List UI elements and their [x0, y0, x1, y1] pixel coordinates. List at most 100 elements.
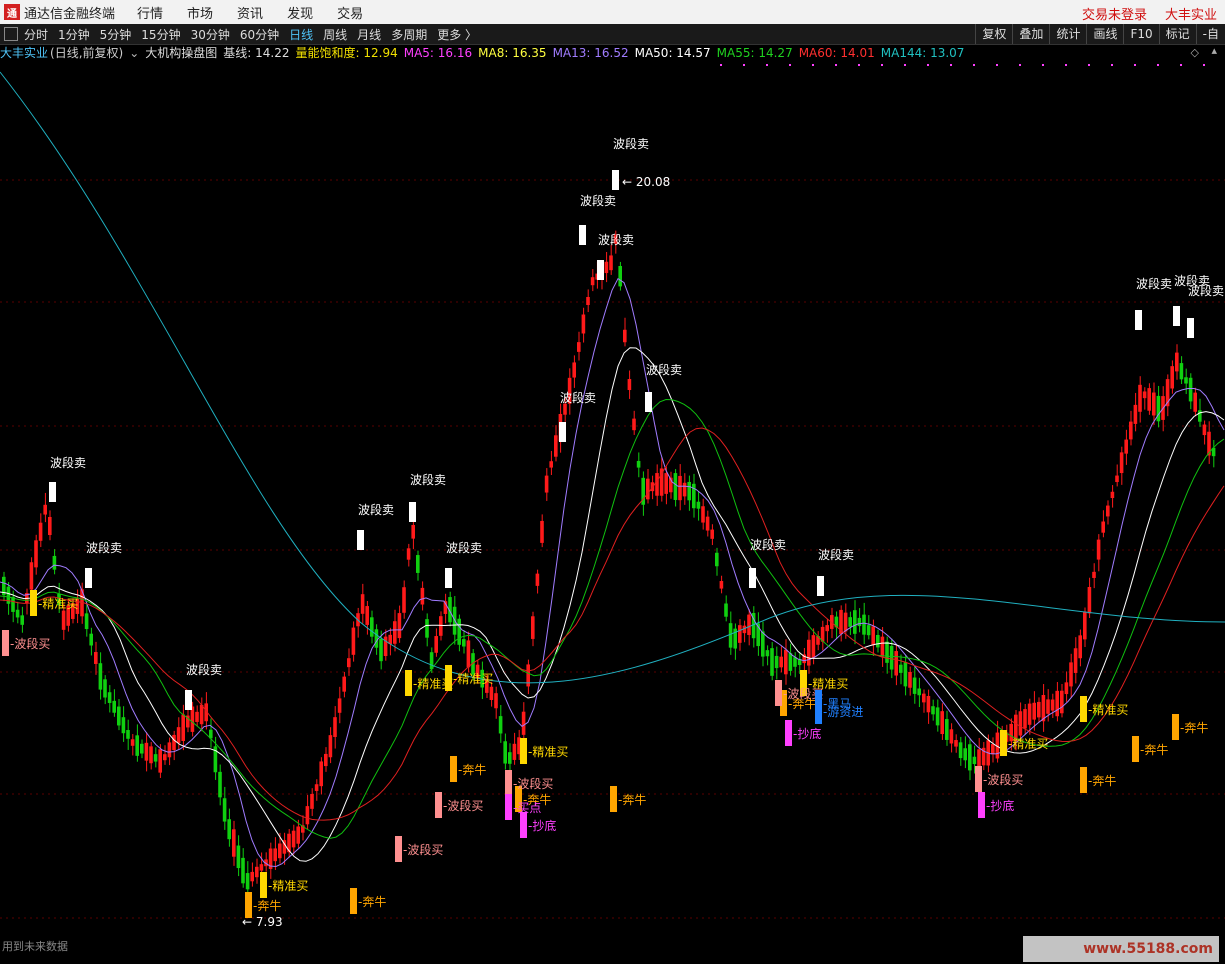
overlay-button[interactable]: 叠加 — [1012, 24, 1049, 44]
mark-button[interactable]: 标记 — [1158, 24, 1196, 44]
candle-body — [314, 784, 319, 791]
sell-marker — [49, 482, 56, 502]
signal-label: -奔牛 — [458, 762, 486, 777]
candle-body — [140, 743, 144, 754]
diamond-icon[interactable]: ◇ — [1191, 46, 1199, 59]
signal-label: -奔牛 — [358, 894, 386, 909]
candle-body — [577, 342, 581, 352]
menu-item-zixun[interactable]: 资讯 — [237, 3, 263, 22]
candle-body — [935, 707, 940, 726]
info-indicator[interactable]: 大机构操盘图 — [145, 46, 217, 60]
kline-chart[interactable]: 波段卖波段卖波段卖波段卖波段卖波段卖波段卖波段卖波段卖波段卖波段卖波段卖波段卖波… — [0, 62, 1225, 938]
sell-label: 波段卖 — [50, 455, 86, 470]
candle-body — [931, 706, 935, 715]
candle-body — [374, 629, 379, 648]
candle-body — [199, 704, 204, 725]
candle-body — [112, 700, 116, 713]
candle-body — [889, 645, 894, 670]
tab-weekly[interactable]: 周线 — [323, 26, 347, 43]
candle-body — [940, 711, 944, 735]
candle-body — [347, 658, 351, 668]
candle-body — [807, 639, 811, 666]
self-button[interactable]: -自 — [1195, 24, 1225, 44]
sell-label: 波段卖 — [410, 472, 446, 487]
candle-body — [43, 504, 47, 515]
tab-15min[interactable]: 15分钟 — [141, 26, 180, 43]
candle-body — [1129, 421, 1133, 440]
candle-body — [761, 631, 765, 657]
candle-body — [84, 613, 89, 630]
candle-body — [245, 873, 250, 890]
candle-body — [383, 636, 388, 657]
candle-body — [144, 742, 149, 761]
signal-label: -波段买 — [513, 776, 553, 791]
candle-body — [912, 677, 917, 694]
candle-body — [291, 830, 296, 848]
candle-body — [899, 664, 903, 673]
candle-body — [1170, 366, 1174, 389]
toolbar-right-buttons: 复权 叠加 统计 画线 F10 标记 -自 — [975, 24, 1225, 44]
signal-bar — [450, 756, 457, 782]
signal-label: -精准买 — [453, 672, 493, 686]
tab-1min[interactable]: 1分钟 — [58, 26, 90, 43]
future-data-note: 用到未来数据 — [2, 940, 68, 953]
tab-fenshi[interactable]: 分时 — [24, 26, 48, 43]
candle-body — [98, 663, 103, 690]
candle-body — [563, 403, 567, 415]
candle-body — [305, 806, 310, 825]
candle-body — [1175, 352, 1179, 372]
indicator-dropdown-icon[interactable]: ⌄ — [129, 46, 139, 60]
menu-item-shichang[interactable]: 市场 — [187, 3, 213, 22]
info-mode: (日线,前复权) — [50, 46, 124, 60]
f10-button[interactable]: F10 — [1123, 24, 1158, 44]
login-status[interactable]: 交易未登录 — [1082, 4, 1147, 23]
tab-30min[interactable]: 30分钟 — [191, 26, 230, 43]
candle-body — [218, 771, 222, 798]
candle-body — [618, 266, 622, 287]
candle-body — [503, 741, 507, 764]
candle-body — [908, 671, 912, 688]
candle-body — [333, 717, 337, 737]
menu-item-faxian[interactable]: 发现 — [287, 3, 313, 22]
tab-daily[interactable]: 日线 — [289, 26, 313, 43]
tab-monthly[interactable]: 月线 — [357, 26, 381, 43]
fuquan-button[interactable]: 复权 — [975, 24, 1012, 44]
scroll-up-icon[interactable]: ▴ — [1211, 44, 1217, 57]
tab-60min[interactable]: 60分钟 — [240, 26, 279, 43]
candle-body — [604, 261, 609, 274]
tab-more[interactable]: 更多 〉 — [437, 26, 477, 43]
draw-button[interactable]: 画线 — [1086, 24, 1123, 44]
candle-body — [673, 473, 678, 500]
candle-body — [664, 473, 668, 494]
candle-body — [402, 587, 406, 613]
candle-body — [880, 636, 885, 657]
menu-item-jiaoyi[interactable]: 交易 — [337, 3, 363, 22]
tab-multi-period[interactable]: 多周期 — [391, 26, 427, 43]
menu-bar: 通 通达信金融终端 行情 市场 资讯 发现 交易 交易未登录 大丰实业 — [0, 0, 1225, 24]
menu-item-hangqing[interactable]: 行情 — [137, 3, 163, 22]
candle-body — [342, 676, 346, 692]
tab-5min[interactable]: 5分钟 — [100, 26, 132, 43]
candle-body — [655, 473, 659, 496]
panel-toggle-icon[interactable] — [4, 27, 18, 41]
candle-body — [1133, 404, 1138, 424]
top-dot — [1111, 64, 1113, 66]
signal-bar — [2, 630, 9, 656]
signal-label: -波段买 — [443, 798, 483, 813]
sell-marker — [1135, 310, 1142, 330]
stats-button[interactable]: 统计 — [1049, 24, 1086, 44]
site-watermark: www.55188.com — [1023, 936, 1219, 962]
candle-body — [540, 520, 544, 543]
ma144-line — [0, 71, 1225, 684]
candle-body — [1083, 611, 1087, 640]
candle-body — [581, 314, 586, 334]
candle-body — [724, 603, 728, 617]
candle-body — [94, 652, 98, 664]
candle-body — [195, 711, 199, 722]
signal-label: -奔牛 — [1140, 742, 1168, 757]
candle-body — [135, 735, 139, 756]
candle-body — [498, 716, 503, 734]
candle-body — [379, 638, 383, 662]
top-dot — [720, 64, 722, 66]
signal-label: -精准买 — [528, 745, 568, 759]
